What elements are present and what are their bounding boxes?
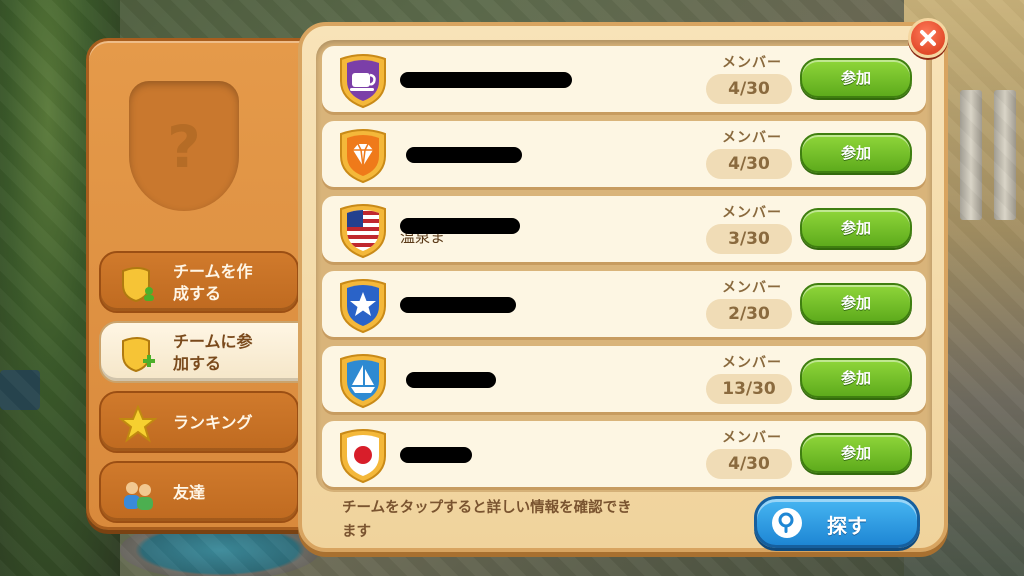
team-row[interactable]: メンバー 4/30 参加 bbox=[322, 121, 926, 187]
team-name-redacted bbox=[400, 447, 472, 463]
member-label: メンバー bbox=[722, 205, 782, 221]
member-count: 4/30 bbox=[706, 149, 792, 179]
close-icon bbox=[920, 30, 936, 46]
menu-join-team[interactable]: チームに参 加する bbox=[99, 321, 329, 383]
us-flag-icon bbox=[340, 204, 386, 259]
menu-friends-label: 友達 bbox=[173, 483, 206, 502]
menu-create-team[interactable]: チームを作 成する bbox=[99, 251, 299, 313]
team-list[interactable]: メンバー 4/30 参加 メンバー 4/30 参加 温泉ま メンバー 3/30 … bbox=[316, 40, 932, 492]
menu-join-team-label-line1: チームに参 bbox=[173, 332, 253, 351]
star-icon bbox=[340, 279, 386, 334]
shield-plus-icon bbox=[122, 337, 155, 373]
search-button-label: 探す bbox=[827, 514, 867, 538]
team-row[interactable]: 温泉ま メンバー 3/30 参加 bbox=[322, 196, 926, 262]
member-label: メンバー bbox=[722, 280, 782, 296]
team-list-panel: メンバー 4/30 参加 メンバー 4/30 参加 温泉ま メンバー 3/30 … bbox=[298, 22, 948, 552]
team-name-redacted bbox=[406, 372, 496, 388]
join-button[interactable]: 参加 bbox=[800, 283, 912, 323]
team-name-redacted bbox=[406, 147, 522, 163]
team-name-redacted bbox=[400, 297, 516, 313]
member-count: 3/30 bbox=[706, 224, 792, 254]
menu-create-team-label-line2: 成する bbox=[173, 284, 222, 303]
diamond-icon bbox=[340, 129, 386, 184]
member-label: メンバー bbox=[722, 55, 782, 71]
team-row[interactable]: メンバー 2/30 参加 bbox=[322, 271, 926, 337]
member-label: メンバー bbox=[722, 130, 782, 146]
member-count: 13/30 bbox=[706, 374, 792, 404]
join-button[interactable]: 参加 bbox=[800, 58, 912, 98]
team-emblem-placeholder: ? bbox=[129, 81, 239, 211]
hint-text: チームをタップすると詳しい情報を確認でき ます bbox=[342, 496, 742, 544]
join-button[interactable]: 参加 bbox=[800, 133, 912, 173]
friends-icon bbox=[124, 482, 153, 510]
team-name-redacted bbox=[400, 218, 520, 234]
hint-text-line2: ます bbox=[342, 524, 371, 540]
member-count: 4/30 bbox=[706, 74, 792, 104]
teacup-icon bbox=[340, 54, 386, 109]
team-row[interactable]: メンバー 4/30 参加 bbox=[322, 421, 926, 487]
magnifier-icon bbox=[772, 508, 802, 538]
menu-ranking[interactable]: ランキング bbox=[99, 391, 299, 453]
menu-join-team-label-line2: 加する bbox=[173, 354, 222, 373]
close-button[interactable] bbox=[908, 18, 948, 58]
member-count: 2/30 bbox=[706, 299, 792, 329]
member-count: 4/30 bbox=[706, 449, 792, 479]
member-label: メンバー bbox=[722, 355, 782, 371]
star-icon bbox=[119, 405, 157, 443]
join-button[interactable]: 参加 bbox=[800, 208, 912, 248]
shield-person-icon bbox=[122, 267, 154, 303]
team-row[interactable]: メンバー 13/30 参加 bbox=[322, 346, 926, 412]
hint-text-line1: チームをタップすると詳しい情報を確認でき bbox=[342, 500, 632, 516]
team-name-redacted bbox=[400, 72, 572, 88]
menu-create-team-label-line1: チームを作 bbox=[173, 262, 253, 281]
team-row[interactable]: メンバー 4/30 参加 bbox=[322, 46, 926, 112]
join-button[interactable]: 参加 bbox=[800, 433, 912, 473]
search-button[interactable]: 探す bbox=[754, 496, 920, 548]
join-button[interactable]: 参加 bbox=[800, 358, 912, 398]
menu-ranking-label: ランキング bbox=[173, 413, 253, 432]
japan-flag-icon bbox=[340, 429, 386, 484]
menu-friends[interactable]: 友達 bbox=[99, 461, 299, 523]
question-mark-icon: ? bbox=[167, 113, 201, 181]
member-label: メンバー bbox=[722, 430, 782, 446]
sailboat-icon bbox=[340, 354, 386, 409]
